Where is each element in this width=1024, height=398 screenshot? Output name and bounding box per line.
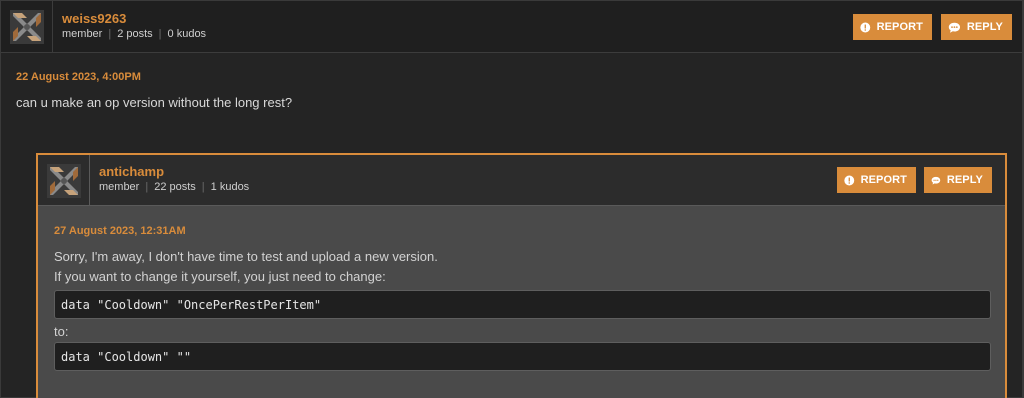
report-label: REPORT — [876, 21, 923, 33]
default-avatar-icon — [9, 10, 44, 44]
author-role: member — [62, 28, 103, 40]
reply-label: REPLY — [946, 174, 983, 186]
reply-body-line-2: If you want to change it yourself, you j… — [54, 269, 386, 284]
reply-date[interactable]: 27 August 2023, 12:31AM — [54, 225, 186, 237]
avatar[interactable] — [1, 1, 53, 53]
reply-post: antichamp member | 22 posts | 1 kudos REPORT… — [36, 153, 1007, 398]
code-block-new: data "Cooldown" "" — [54, 342, 991, 371]
reply-button[interactable]: REPLY — [941, 14, 1012, 40]
post-body: can u make an op version without the lon… — [16, 95, 293, 110]
post-date[interactable]: 22 August 2023, 4:00PM — [16, 71, 141, 83]
report-button[interactable]: REPORT — [853, 14, 932, 40]
author-stats: member | 2 posts | 0 kudos — [62, 28, 207, 40]
reply-author-posts: 22 posts — [154, 181, 196, 193]
exclamation-circle-icon — [860, 22, 871, 32]
speech-bubble-icon — [948, 22, 961, 33]
report-label: REPORT — [860, 174, 907, 186]
default-avatar-icon — [46, 163, 81, 198]
post-header: weiss9263 member | 2 posts | 0 kudos REPORT … — [1, 1, 1022, 53]
reply-label: REPLY — [966, 21, 1003, 33]
reply-author-name[interactable]: antichamp — [99, 164, 164, 179]
reply-avatar[interactable] — [38, 155, 90, 206]
author-posts: 2 posts — [117, 28, 153, 40]
reply-reply-button[interactable]: REPLY — [924, 167, 992, 193]
exclamation-circle-icon — [844, 175, 855, 185]
reply-header: antichamp member | 22 posts | 1 kudos REPORT… — [38, 155, 1005, 206]
reply-body-to: to: — [54, 324, 69, 339]
reply-author-stats: member | 22 posts | 1 kudos — [99, 181, 250, 193]
reply-body-line-1: Sorry, I'm away, I don't have time to te… — [54, 249, 438, 264]
reply-report-button[interactable]: REPORT — [837, 167, 916, 193]
author-name[interactable]: weiss9263 — [62, 11, 126, 26]
speech-bubble-icon — [931, 176, 941, 184]
reply-author-role: member — [99, 181, 140, 193]
reply-author-kudos: 1 kudos — [210, 181, 250, 193]
author-kudos: 0 kudos — [167, 28, 207, 40]
code-block-old: data "Cooldown" "OncePerRestPerItem" — [54, 290, 991, 319]
